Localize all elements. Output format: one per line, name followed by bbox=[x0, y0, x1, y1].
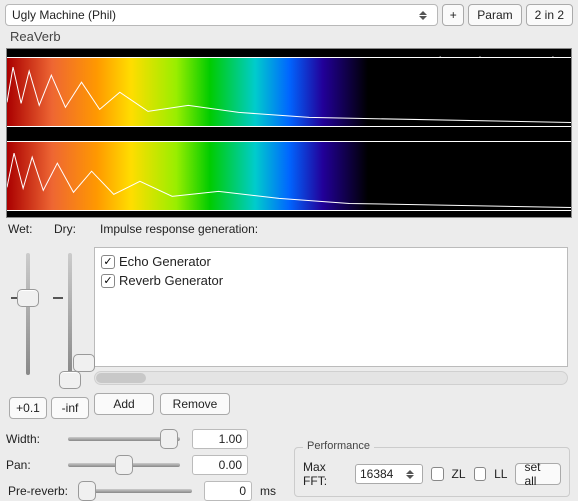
list-item-label: Reverb Generator bbox=[119, 273, 223, 288]
pre-reverb-value-field[interactable]: 0 bbox=[204, 481, 252, 501]
stepper-icon bbox=[419, 11, 431, 20]
plugin-name: ReaVerb bbox=[0, 26, 578, 48]
width-value-field[interactable]: 1.00 bbox=[192, 429, 248, 449]
list-item[interactable]: Echo Generator bbox=[101, 252, 561, 271]
preset-dropdown-label: Ugly Machine (Phil) bbox=[12, 8, 116, 22]
spectrum-display: 0.97s 44kHz 2ch, max: -6.0dB bbox=[6, 48, 572, 218]
add-preset-button[interactable]: + bbox=[442, 4, 464, 26]
pre-reverb-slider-thumb[interactable] bbox=[78, 481, 96, 501]
list-horizontal-scrollbar[interactable] bbox=[94, 371, 568, 385]
performance-group: Performance Max FFT: 16384 ZL LL set all bbox=[294, 447, 570, 497]
stepper-icon bbox=[406, 470, 418, 479]
pre-reverb-label: Pre-reverb: bbox=[8, 484, 68, 498]
pan-value-field[interactable]: 0.00 bbox=[192, 455, 248, 475]
wet-label: Wet: bbox=[8, 222, 44, 236]
dry-value-button[interactable]: -inf bbox=[51, 397, 89, 419]
pan-label: Pan: bbox=[6, 458, 56, 472]
zl-checkbox[interactable] bbox=[431, 467, 444, 481]
remove-button[interactable]: Remove bbox=[160, 393, 230, 415]
list-item[interactable]: Reverb Generator bbox=[101, 271, 561, 290]
wet-value-button[interactable]: +0.1 bbox=[9, 397, 47, 419]
list-item-label: Echo Generator bbox=[119, 254, 211, 269]
list-scroll-thumb[interactable] bbox=[73, 354, 95, 372]
pan-slider-thumb[interactable] bbox=[115, 455, 133, 475]
ir-label: Impulse response generation: bbox=[100, 222, 258, 236]
set-all-button[interactable]: set all bbox=[515, 463, 561, 485]
performance-title: Performance bbox=[303, 440, 374, 452]
dry-label: Dry: bbox=[54, 222, 90, 236]
wet-slider[interactable] bbox=[15, 249, 41, 379]
dry-slider-thumb[interactable] bbox=[59, 371, 81, 389]
pre-reverb-slider[interactable] bbox=[76, 483, 196, 499]
checkbox-icon[interactable] bbox=[101, 274, 115, 288]
preset-dropdown[interactable]: Ugly Machine (Phil) bbox=[5, 4, 438, 26]
add-button[interactable]: Add bbox=[94, 393, 154, 415]
ll-label: LL bbox=[494, 467, 507, 481]
zl-label: ZL bbox=[452, 467, 466, 481]
width-slider[interactable] bbox=[64, 431, 184, 447]
width-label: Width: bbox=[6, 432, 56, 446]
ir-list[interactable]: Echo Generator Reverb Generator bbox=[94, 247, 568, 367]
io-button[interactable]: 2 in 2 bbox=[526, 4, 573, 26]
param-button[interactable]: Param bbox=[468, 4, 521, 26]
pan-slider[interactable] bbox=[64, 457, 184, 473]
checkbox-icon[interactable] bbox=[101, 255, 115, 269]
pre-reverb-unit: ms bbox=[260, 484, 276, 498]
maxfft-label: Max FFT: bbox=[303, 460, 347, 488]
ll-checkbox[interactable] bbox=[474, 467, 487, 481]
wet-slider-thumb[interactable] bbox=[17, 289, 39, 307]
maxfft-select[interactable]: 16384 bbox=[355, 464, 423, 484]
width-slider-thumb[interactable] bbox=[160, 429, 178, 449]
